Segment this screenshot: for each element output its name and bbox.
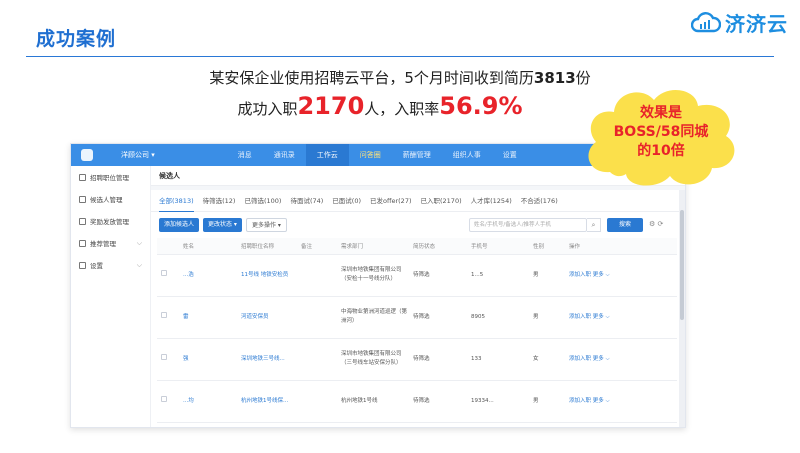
candidate-name[interactable]: 强	[179, 338, 237, 381]
app-logo-icon	[81, 149, 93, 161]
chevron-down-icon: ⌵	[136, 238, 142, 247]
hired-count: 2170	[297, 92, 365, 120]
tab-rejected[interactable]: 不合适(176)	[521, 190, 558, 212]
candidate-card: 全部(3813) 待筛选(12) 已筛选(100) 待面试(74) 已面试(0)…	[151, 190, 679, 427]
tab-talent-pool[interactable]: 人才库(1254)	[471, 190, 512, 212]
doc-icon	[79, 173, 86, 181]
cloud-icon	[691, 11, 721, 32]
menu-item-contacts[interactable]: 通讯录	[263, 144, 306, 166]
table-row: 雷 河道安保员 中海物业第洲河道巡逻（第洲河） 待筛选 8905 男 添加入职 …	[157, 296, 677, 339]
position-link[interactable]: 河道安保员	[237, 296, 297, 339]
sidebar-item-rewards[interactable]: 奖励发放管理	[71, 210, 150, 232]
search-icon[interactable]: ⌕	[587, 218, 601, 232]
toolbar: 添加候选人 更改状态 ▾ 更多操作 ▾ 姓名/手机号/备选人/推荐人手机 ⌕ 搜…	[151, 212, 679, 238]
hire-rate: 56.9%	[439, 92, 523, 120]
tab-interviewed[interactable]: 已面试(0)	[332, 190, 361, 212]
title-divider	[26, 56, 774, 57]
row-actions[interactable]: 添加入职 更多 ⌵	[565, 296, 677, 339]
sidebar-item-referrals[interactable]: 推荐管理 ⌵	[71, 232, 150, 254]
phone: 133	[467, 338, 529, 381]
company-switcher[interactable]: 洋顾公司 ▾	[121, 150, 155, 160]
menu-item-workcloud[interactable]: 工作云	[305, 144, 349, 166]
phone: 1...5	[467, 254, 529, 297]
tab-pending-screen[interactable]: 待筛选(12)	[203, 190, 236, 212]
candidate-name[interactable]: 雷	[179, 296, 237, 339]
row-actions[interactable]: 添加入职 更多 ⌵	[565, 338, 677, 381]
sidebar-item-jobs[interactable]: 招聘职位管理	[71, 166, 150, 188]
candidate-name[interactable]: ...浩	[179, 254, 237, 297]
user-icon	[79, 195, 86, 203]
tab-offer[interactable]: 已发offer(27)	[370, 190, 411, 212]
row-checkbox[interactable]	[161, 354, 167, 360]
table-row: 强 深圳地铁三号线... 深圳市地铁集团有限公司（三号线车站安保分队） 待筛选 …	[157, 338, 677, 381]
row-actions[interactable]: 添加入职 更多 ⌵	[565, 380, 677, 423]
table-row: ...浩 11号线 地铁安检员 深圳市地铁集团有限公司（安检十一号线分队） 待筛…	[157, 254, 677, 297]
change-status-button[interactable]: 更改状态 ▾	[203, 218, 242, 232]
sidebar-item-settings[interactable]: 设置 ⌵	[71, 254, 150, 276]
status-tabs: 全部(3813) 待筛选(12) 已筛选(100) 待面试(74) 已面试(0)…	[151, 190, 679, 212]
brand-logo: 济济云	[691, 8, 788, 37]
menu-item-hr[interactable]: 组织人事	[442, 144, 492, 166]
sidebar-item-candidates[interactable]: 候选人管理	[71, 188, 150, 210]
table-row: ...均 杭州地铁1号线保... 杭州地铁1号线 待筛选 19334... 男 …	[157, 380, 677, 423]
main-panel: 候选人 全部(3813) 待筛选(12) 已筛选(100) 待面试(74) 已面…	[151, 166, 685, 427]
tab-hired[interactable]: 已入职(2170)	[421, 190, 462, 212]
candidate-table: 姓名 招聘职位名称 备注 需求部门 简历状态 手机号 性别 操作 ...浩 11…	[157, 238, 677, 423]
logo-text: 济济云	[725, 12, 788, 36]
menu-item-settings[interactable]: 设置	[492, 144, 528, 166]
scrollbar-thumb[interactable]	[680, 210, 684, 320]
top-menu: 消息 通讯录 工作云 问答圈 薪酬管理 组织人事 设置	[227, 144, 528, 166]
referral-icon	[79, 239, 86, 247]
row-checkbox[interactable]	[161, 396, 167, 402]
gift-icon	[79, 217, 86, 225]
phone: 19334...	[467, 380, 529, 423]
tab-pending-interview[interactable]: 待面试(74)	[290, 190, 323, 212]
phone: 8905	[467, 296, 529, 339]
badge-text: 效果是 BOSS/58同城 的10倍	[613, 105, 709, 159]
position-link[interactable]: 杭州地铁1号线保...	[237, 380, 297, 423]
search-input[interactable]: 姓名/手机号/备选人/推荐人手机	[469, 218, 587, 232]
candidate-name[interactable]: ...均	[179, 380, 237, 423]
row-checkbox[interactable]	[161, 312, 167, 318]
position-link[interactable]: 11号线 地铁安检员	[237, 254, 297, 297]
settings-refresh-icons[interactable]: ⚙ ⟳	[649, 220, 663, 228]
tab-all[interactable]: 全部(3813)	[159, 190, 194, 212]
chevron-down-icon: ⌵	[136, 260, 142, 269]
add-candidate-button[interactable]: 添加候选人	[159, 218, 200, 232]
table-header: 姓名 招聘职位名称 备注 需求部门 简历状态 手机号 性别 操作	[157, 238, 677, 255]
scrollbar[interactable]	[679, 190, 685, 427]
effect-badge: 效果是 BOSS/58同城 的10倍	[580, 82, 742, 192]
row-actions[interactable]: 添加入职 更多 ⌵	[565, 254, 677, 297]
menu-item-payroll[interactable]: 薪酬管理	[392, 144, 442, 166]
position-link[interactable]: 深圳地铁三号线...	[237, 338, 297, 381]
tab-screened[interactable]: 已筛选(100)	[244, 190, 281, 212]
more-actions-button[interactable]: 更多操作 ▾	[245, 218, 287, 232]
slide-title: 成功案例	[36, 28, 117, 50]
menu-item-messages[interactable]: 消息	[227, 144, 263, 166]
sidebar: 招聘职位管理 候选人管理 奖励发放管理 推荐管理 ⌵ 设置 ⌵	[71, 166, 151, 427]
gear-icon	[79, 261, 86, 269]
search-button[interactable]: 搜索	[607, 218, 643, 232]
menu-item-qa[interactable]: 问答圈	[349, 144, 392, 166]
row-checkbox[interactable]	[161, 270, 167, 276]
